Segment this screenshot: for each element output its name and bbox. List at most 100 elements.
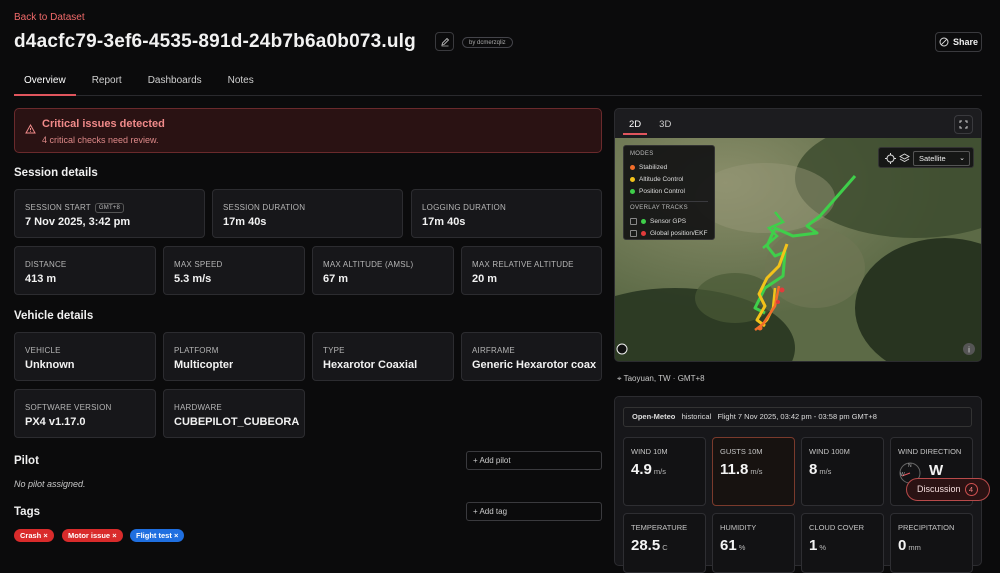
- timezone-badge: GMT+8: [94, 203, 125, 213]
- cloud-cover-label: CLOUD COVER: [809, 523, 865, 532]
- tab-overview[interactable]: Overview: [14, 67, 76, 96]
- owner-pill: by dcmerzqliz: [462, 37, 513, 48]
- modes-heading: MODES: [630, 151, 654, 157]
- layers-icon[interactable]: [899, 153, 910, 164]
- airframe-value: Generic Hexarotor coax…: [472, 359, 597, 371]
- session-duration-value: 17m 40s: [223, 216, 267, 228]
- alert-title: Critical issues detected: [42, 118, 165, 130]
- max-speed-value: 5.3 m/s: [174, 273, 212, 285]
- page-title: d4acfc79-3ef6-4535-891d-24b7b6a0b073.ulg: [14, 31, 416, 52]
- airframe-label: AIRFRAME: [472, 346, 515, 355]
- vehicle-card: VEHICLE Unknown: [14, 332, 156, 381]
- type-label: TYPE: [323, 346, 345, 355]
- legend-dot: [641, 218, 646, 224]
- temperature-card: TEMPERATURE 28.5 C: [623, 513, 706, 573]
- pencil-icon: [440, 37, 449, 46]
- tag-label: Crash: [20, 531, 42, 540]
- session-duration-card: SESSION DURATION 17m 40s: [212, 189, 403, 238]
- map-legend: MODES Stabilized Altitude Control Positi…: [623, 145, 715, 240]
- discussion-count-badge: 4: [964, 483, 978, 496]
- platform-card: PLATFORM Multicopter: [163, 332, 305, 381]
- wind-direction-value: W: [929, 462, 944, 479]
- session-duration-label: SESSION DURATION: [223, 203, 306, 212]
- tab-2d[interactable]: 2D: [623, 115, 648, 135]
- tab-3d[interactable]: 3D: [653, 115, 677, 135]
- max-relative-altitude-card: MAX RELATIVE ALTITUDE 20 m: [461, 246, 602, 295]
- checkbox[interactable]: [630, 229, 637, 237]
- legend-item-altitude-control: Altitude Control: [630, 173, 708, 185]
- logging-duration-label: LOGGING DURATION: [422, 203, 506, 212]
- discussion-label: Discussion: [917, 484, 961, 494]
- tab-notes[interactable]: Notes: [218, 67, 264, 96]
- legend-item-stabilized: Stabilized: [630, 161, 708, 173]
- distance-label: DISTANCE: [25, 260, 67, 269]
- no-pilot-text: No pilot assigned.: [14, 479, 86, 489]
- remove-tag-icon[interactable]: ×: [112, 531, 116, 540]
- hardware-card: HARDWARE CUBEPILOT_CUBEORA…: [163, 389, 305, 438]
- main-tabs: Overview Report Dashboards Notes: [14, 67, 982, 96]
- precipitation-label: PRECIPITATION: [898, 523, 955, 532]
- tag-label: Motor issue: [68, 531, 111, 540]
- tag-motor-issue[interactable]: Motor issue ×: [62, 529, 123, 542]
- share-icon: [939, 37, 949, 47]
- fullscreen-button[interactable]: [954, 115, 973, 134]
- share-label: Share: [952, 37, 978, 47]
- precipitation-card: PRECIPITATION 0 mm: [890, 513, 973, 573]
- session-start-card: SESSION START GMT+8 7 Nov 2025, 3:42 pm: [14, 189, 205, 238]
- weather-source-bar: Open-Meteo historical Flight 7 Nov 2025,…: [623, 407, 972, 427]
- hardware-value: CUBEPILOT_CUBEORA…: [174, 416, 300, 428]
- map-controls: Satellite ⌄: [878, 147, 974, 168]
- temperature-value: 28.5: [631, 537, 661, 554]
- wind-100m-card: WIND 100M 8 m/s: [801, 437, 884, 506]
- vehicle-label: VEHICLE: [25, 346, 61, 355]
- platform-label: PLATFORM: [174, 346, 219, 355]
- software-version-value: PX4 v1.17.0: [25, 416, 86, 428]
- overlay-toggle-sensor-gps[interactable]: Sensor GPS: [630, 215, 708, 227]
- add-pilot-button[interactable]: + Add pilot: [466, 451, 602, 470]
- precipitation-value: 0: [898, 537, 907, 554]
- airframe-card: AIRFRAME Generic Hexarotor coax…: [461, 332, 602, 381]
- share-button[interactable]: Share: [935, 32, 982, 52]
- gusts-10m-value: 11.8: [720, 461, 749, 478]
- warning-icon: [25, 124, 36, 134]
- weather-mode: historical: [681, 412, 712, 421]
- add-tag-button[interactable]: + Add tag: [466, 502, 602, 521]
- session-start-value: 7 Nov 2025, 3:42 pm: [25, 216, 131, 228]
- tab-dashboards[interactable]: Dashboards: [138, 67, 212, 96]
- checkbox[interactable]: [630, 217, 637, 225]
- back-to-dataset-link[interactable]: Back to Dataset: [14, 12, 85, 23]
- mapbox-logo-icon: [616, 343, 628, 355]
- max-relative-altitude-label: MAX RELATIVE ALTITUDE: [472, 260, 574, 269]
- remove-tag-icon[interactable]: ×: [174, 531, 178, 540]
- software-version-card: SOFTWARE VERSION PX4 v1.17.0: [14, 389, 156, 438]
- distance-value: 413 m: [25, 273, 57, 285]
- vehicle-value: Unknown: [25, 359, 75, 371]
- compass-n: N: [908, 463, 912, 469]
- wind-10m-card: WIND 10M 4.9 m/s: [623, 437, 706, 506]
- wind-10m-label: WIND 10M: [631, 447, 668, 456]
- edit-title-button[interactable]: [435, 32, 454, 51]
- location-pin-icon: ⌖: [617, 374, 622, 383]
- type-card: TYPE Hexarotor Coaxial: [312, 332, 454, 381]
- max-relative-altitude-value: 20 m: [472, 273, 498, 285]
- weather-range: Flight 7 Nov 2025, 03:42 pm - 03:58 pm G…: [717, 412, 877, 421]
- software-version-label: SOFTWARE VERSION: [25, 403, 112, 412]
- logging-duration-value: 17m 40s: [422, 216, 466, 228]
- tag-crash[interactable]: Crash ×: [14, 529, 54, 542]
- wind-100m-label: WIND 100M: [809, 447, 850, 456]
- cloud-cover-value: 1: [809, 537, 818, 554]
- remove-tag-icon[interactable]: ×: [43, 531, 47, 540]
- discussion-button[interactable]: Discussion 4: [906, 478, 990, 501]
- recenter-icon[interactable]: [885, 153, 896, 164]
- tab-report[interactable]: Report: [82, 67, 132, 96]
- overlay-toggle-global-position[interactable]: Global position/EKF: [630, 227, 708, 239]
- legend-dot: [641, 230, 646, 236]
- legend-dot: [630, 164, 635, 170]
- distance-card: DISTANCE 413 m: [14, 246, 156, 295]
- max-speed-label: MAX SPEED: [174, 260, 223, 269]
- basemap-select[interactable]: Satellite ⌄: [913, 151, 970, 166]
- hardware-label: HARDWARE: [174, 403, 222, 412]
- max-altitude-label: MAX ALTITUDE (AMSL): [323, 260, 414, 269]
- tag-flight-test[interactable]: Flight test ×: [130, 529, 185, 542]
- legend-dot: [630, 176, 635, 182]
